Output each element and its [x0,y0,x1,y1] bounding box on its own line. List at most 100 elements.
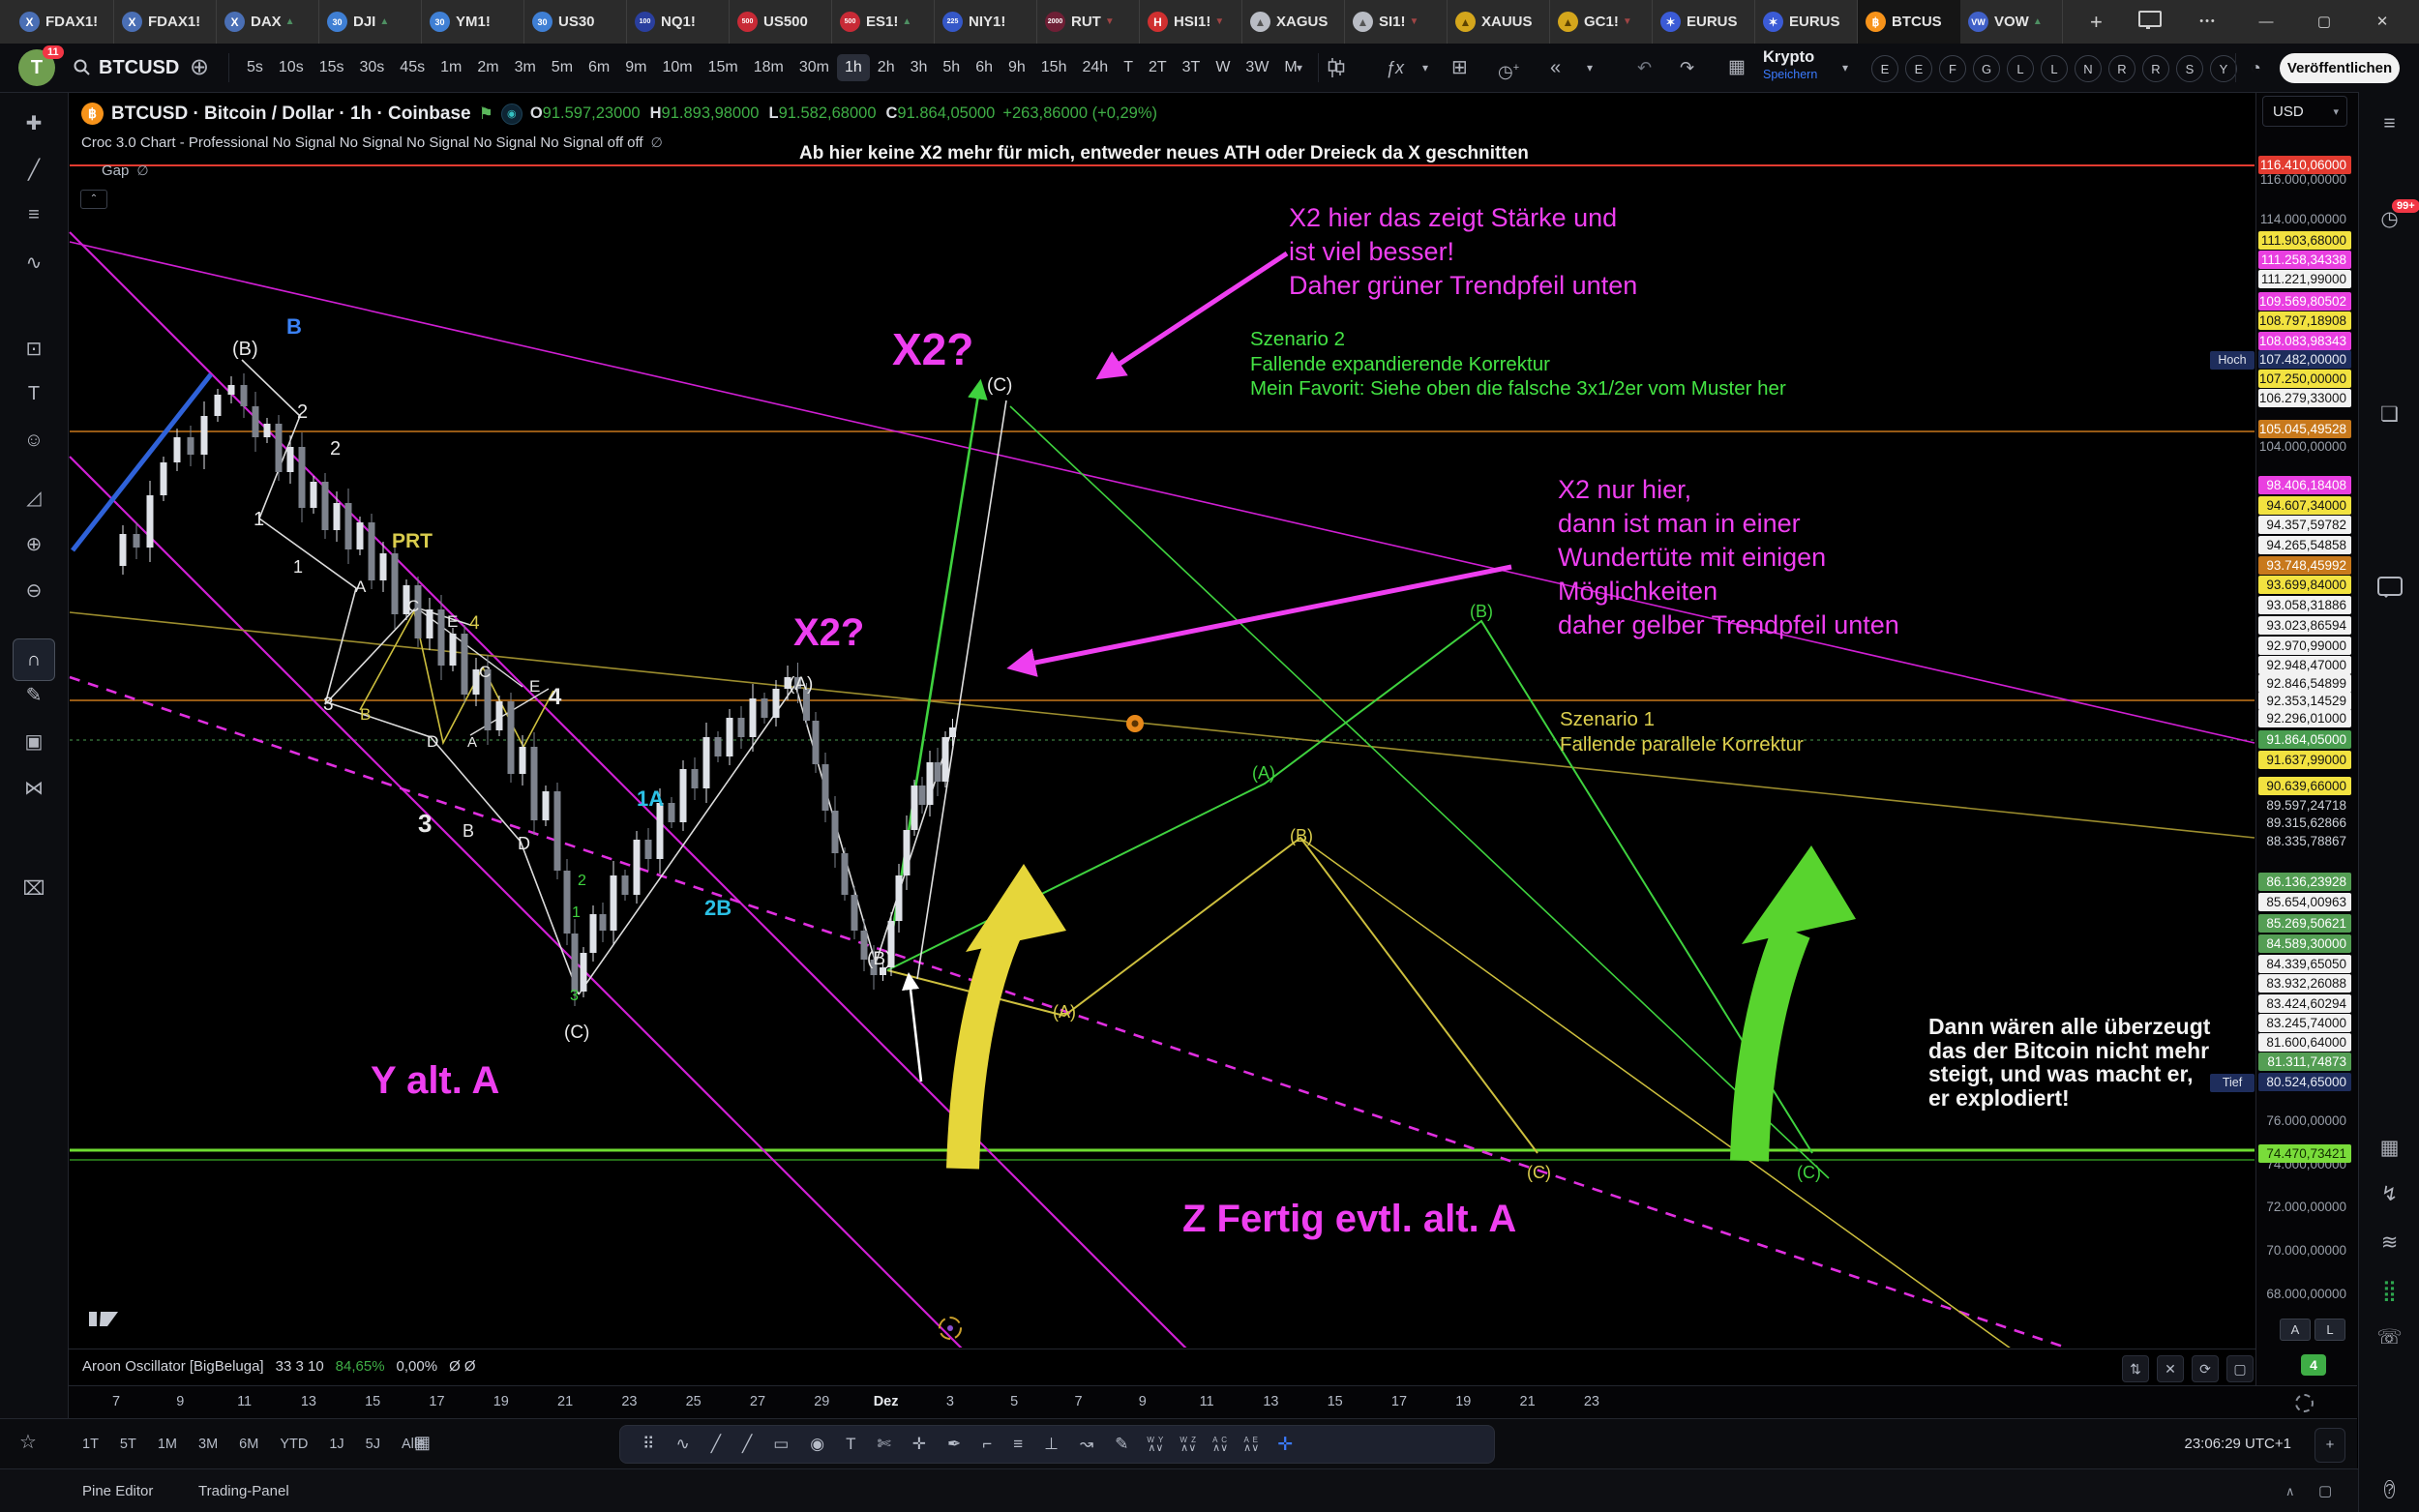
undo-icon[interactable]: ↶ [1637,44,1652,92]
indicators-icon[interactable]: ƒx [1386,44,1404,92]
symbol-tab-si1[interactable]: ▲SI1!▼ [1345,0,1448,44]
wave-label-2[interactable]: 2 [297,401,308,424]
new-tab-button[interactable]: + [2090,0,2103,44]
hotkey-chip-s-9[interactable]: S [2176,55,2203,82]
timeframe-2T[interactable]: 2T [1141,54,1175,81]
hotkey-chip-r-8[interactable]: R [2142,55,2169,82]
support-icon[interactable]: ☏ [2359,1325,2419,1349]
wave-arrow-tool-icon[interactable]: ↝ [1069,1435,1104,1454]
wave-label-A[interactable]: A [467,734,477,751]
timeframe-10m[interactable]: 10m [655,54,701,81]
symbol-tab-es1[interactable]: 500ES1!▲ [832,0,935,44]
timeframe-5h[interactable]: 5h [935,54,968,81]
wave-label-2[interactable]: 2 [578,873,586,890]
crosshair-tool-icon[interactable]: ✚ [0,111,68,135]
range-1j[interactable]: 1J [329,1437,343,1452]
publish-button[interactable]: Veröffentlichen [2280,53,2400,83]
currency-selector[interactable]: USD ▾ [2262,96,2347,127]
timeframe-15s[interactable]: 15s [312,54,352,81]
timeframe-3h[interactable]: 3h [903,54,936,81]
annotation-y-alt-a[interactable]: Y alt. A [371,1059,499,1103]
restore-button[interactable]: ▢ [2295,0,2353,44]
symbol-tab-hsi1[interactable]: HHSI1!▼ [1140,0,1242,44]
hotkey-chip-n-6[interactable]: N [2075,55,2102,82]
pane-move-up-icon[interactable]: ⇅ [2122,1355,2149,1382]
timeframe-15h[interactable]: 15h [1033,54,1075,81]
timeframe-45s[interactable]: 45s [392,54,433,81]
range-1m[interactable]: 1M [158,1437,177,1452]
hotkey-chip-l-4[interactable]: L [2007,55,2034,82]
zoom-out-tool-icon[interactable]: ⊖ [0,578,68,603]
wave-label-E[interactable]: E [447,612,458,632]
favorites-star-icon[interactable]: ☆ [19,1430,37,1454]
symbol-tab-niy1[interactable]: 225NIY1! [935,0,1037,44]
legend-collapse-button[interactable]: ⌃ [80,190,107,209]
indicator-hide-icon[interactable]: ∅ [651,134,663,151]
wave-label-B[interactable]: (B) [1290,826,1313,846]
timeframe-15m[interactable]: 15m [701,54,746,81]
panel-resize-button[interactable]: + [2314,1428,2345,1463]
fib-tool-icon[interactable]: ≡ [0,204,68,226]
pattern-ac-icon[interactable]: A C∧∨ [1205,1436,1236,1453]
aroon-title[interactable]: Aroon Oscillator [BigBeluga] [82,1358,264,1375]
hotkey-chip-f-2[interactable]: F [1939,55,1966,82]
link-tool-icon[interactable]: ⋈ [0,776,68,800]
pane-maximize-icon[interactable]: ▢ [2226,1355,2254,1382]
wave-label-B[interactable]: (B) [867,949,891,970]
delete-tool-icon[interactable]: ⌧ [0,876,68,901]
replay-chevron-icon[interactable]: ▾ [1587,44,1593,92]
symbol-tab-btcus[interactable]: ฿BTCUS [1858,0,1960,44]
trendline-tool-icon[interactable]: ╱ [0,158,68,182]
symbol-tab-eurus[interactable]: ✶EURUS [1653,0,1755,44]
symbol-tab-nq1[interactable]: 100NQ1! [627,0,730,44]
magnet-tool-icon[interactable]: ∩ [13,638,55,681]
wave-label-A[interactable]: (A) [789,674,813,696]
chat-icon[interactable] [2359,577,2419,602]
symbol-tab-rut[interactable]: 2000RUT▼ [1037,0,1140,44]
symbol-tab-us500[interactable]: 500US500 [730,0,832,44]
candle-style-icon[interactable] [1328,58,1345,77]
wave-label-D[interactable]: D [518,834,530,854]
annotation-scenario1[interactable]: Szenario 1Fallende parallele Korrektur [1560,707,1804,756]
range-3m[interactable]: 3M [198,1437,218,1452]
cut-tool-icon[interactable]: ✄ [867,1435,902,1454]
wave-label-2[interactable]: 2 [330,438,341,460]
hotkey-chip-l-5[interactable]: L [2041,55,2068,82]
timeframe-2h[interactable]: 2h [870,54,903,81]
drag-handle-icon[interactable]: ⠿ [632,1435,665,1454]
rect-tool-icon[interactable]: ▭ [762,1435,799,1454]
timeframe-9m[interactable]: 9m [617,54,654,81]
hotkey-chip-y-10[interactable]: Y [2210,55,2237,82]
publish-status-icon[interactable]: ◔ [2251,44,2261,92]
symbol-tab-dji[interactable]: 30DJI▲ [319,0,422,44]
wave-label-3[interactable]: 3 [323,695,334,716]
pattern-ae-icon[interactable]: A E∧∨ [1236,1436,1267,1453]
wave-label-B[interactable]: (B) [1470,602,1493,622]
wave-label-E[interactable]: E [529,677,540,697]
pine-editor-tab[interactable]: Pine Editor [82,1469,153,1512]
help-icon[interactable]: ? [2359,1476,2419,1502]
pattern-wz-icon[interactable]: W Z∧∨ [1172,1436,1205,1453]
wave-label-C[interactable]: (C) [1527,1163,1551,1183]
pattern-wy-icon[interactable]: W Y∧∨ [1139,1436,1172,1453]
trading-panel-tab[interactable]: Trading-Panel [198,1469,289,1512]
screen-share-icon[interactable] [2121,0,2179,44]
footer-window-icon[interactable]: ▢ [2318,1469,2332,1512]
annotation-top-line[interactable]: Ab hier keine X2 mehr für mich, entweder… [799,143,1529,164]
symbol-tab-xauus[interactable]: ▲XAUUS [1448,0,1550,44]
indicator-count-badge[interactable]: 4 [2301,1354,2326,1376]
symbol-tab-dax[interactable]: XDAX▲ [217,0,319,44]
news-icon[interactable]: ≋ [2359,1230,2419,1255]
goto-date-icon[interactable]: ▦ [414,1433,431,1453]
position-tool-icon[interactable]: ⊡ [0,337,68,361]
wave-label-C[interactable]: (C) [987,375,1012,397]
wave-label-A[interactable]: (A) [1252,763,1275,784]
symbol-tab-us30[interactable]: 30US30 [524,0,627,44]
annotation-magenta-top[interactable]: X2 hier das zeigt Stärke undist viel bes… [1289,201,1637,303]
lock-tool-icon[interactable]: ▣ [0,729,68,754]
timeframe-18m[interactable]: 18m [746,54,791,81]
wave-label-B[interactable]: B [286,314,302,340]
calendar-icon[interactable]: ▦ [2359,1136,2419,1160]
wave-label-C[interactable]: C [407,597,419,616]
timeframe-5s[interactable]: 5s [239,54,271,81]
